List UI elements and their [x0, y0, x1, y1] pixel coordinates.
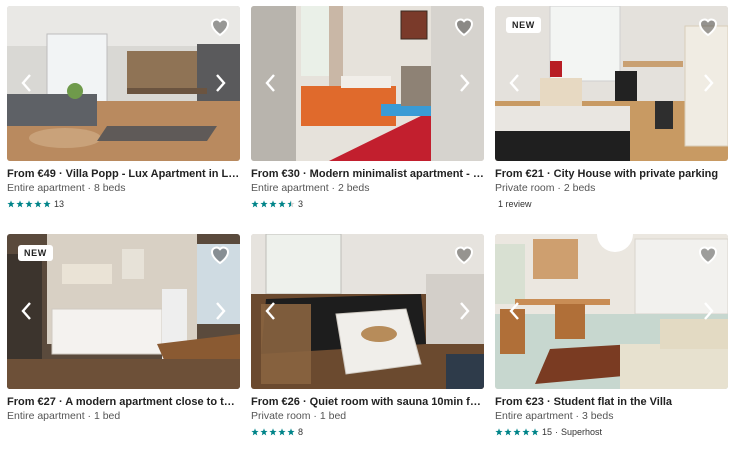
review-count: 1 review — [498, 199, 532, 209]
listing-title[interactable]: From €21 · City House with private parki… — [495, 167, 728, 181]
heart-icon[interactable] — [452, 14, 476, 38]
chevron-left-icon[interactable] — [259, 298, 283, 324]
listing-title[interactable]: From €23 · Student flat in the Villa — [495, 395, 728, 409]
listing-rating: 13 — [7, 198, 240, 210]
star-icon — [34, 200, 42, 208]
listing-subtitle: Private room · 1 bed — [251, 410, 347, 422]
listing-photo[interactable] — [495, 234, 728, 389]
listing-subtitle: Entire apartment · 2 beds — [251, 182, 370, 194]
star-icon — [287, 200, 295, 208]
heart-icon[interactable] — [696, 14, 720, 38]
listing-subtitle: Entire apartment · 8 beds — [7, 182, 126, 194]
bedroom-photo — [251, 6, 484, 161]
listing-photo[interactable] — [7, 6, 240, 161]
living-room-photo — [7, 6, 240, 161]
listing-rating: 1 review — [495, 198, 728, 210]
star-icon — [269, 428, 277, 436]
listing-subtitle: Entire apartment · 3 beds — [495, 410, 614, 422]
chevron-right-icon[interactable] — [452, 70, 476, 96]
star-icon — [269, 200, 277, 208]
heart-icon[interactable] — [208, 14, 232, 38]
review-count: 3 — [298, 199, 304, 209]
star-rating — [7, 200, 51, 208]
chevron-left-icon[interactable] — [15, 70, 39, 96]
listing-card[interactable]: From €26 · Quiet room with sauna 10min f… — [251, 234, 484, 438]
star-icon — [495, 428, 503, 436]
star-icon — [43, 200, 51, 208]
listing-card[interactable]: NEW From €27 · A modern apartment close … — [7, 234, 240, 423]
star-icon — [278, 200, 286, 208]
superhost-label: Superhost — [561, 427, 603, 437]
star-icon — [7, 200, 15, 208]
star-icon — [287, 428, 295, 436]
heart-icon[interactable] — [452, 242, 476, 266]
review-count: 13 — [54, 199, 65, 209]
listing-title[interactable]: From €26 · Quiet room with sauna 10min f… — [251, 395, 484, 409]
star-icon — [251, 428, 259, 436]
chevron-left-icon[interactable] — [15, 298, 39, 324]
heart-icon[interactable] — [208, 242, 232, 266]
star-icon — [251, 200, 259, 208]
chevron-right-icon[interactable] — [452, 298, 476, 324]
separator-dot: · — [555, 427, 559, 437]
student-flat-photo — [495, 234, 728, 389]
listing-title[interactable]: From €27 · A modern apartment close to t… — [7, 395, 240, 409]
listing-rating: 3 — [251, 198, 484, 210]
star-rating — [495, 428, 539, 436]
chevron-right-icon[interactable] — [696, 298, 720, 324]
new-badge: NEW — [18, 245, 53, 261]
listing-subtitle: Private room · 2 beds — [495, 182, 596, 194]
listing-card[interactable]: NEW From €21 · City House with private p… — [495, 6, 728, 210]
star-icon — [531, 428, 539, 436]
listing-title[interactable]: From €30 · Modern minimalist apartment -… — [251, 167, 484, 181]
star-icon — [513, 428, 521, 436]
star-icon — [16, 200, 24, 208]
chevron-right-icon[interactable] — [208, 70, 232, 96]
star-icon — [522, 428, 530, 436]
star-icon — [504, 428, 512, 436]
star-icon — [260, 428, 268, 436]
star-icon — [278, 428, 286, 436]
listings-grid: From €49 · Villa Popp - Lux Apartment in… — [0, 0, 736, 454]
listing-photo[interactable]: NEW — [7, 234, 240, 389]
star-rating — [251, 428, 295, 436]
review-count: 15 — [542, 427, 553, 437]
chevron-left-icon[interactable] — [503, 298, 527, 324]
listing-rating: 15 · Superhost — [495, 426, 728, 438]
chevron-right-icon[interactable] — [208, 298, 232, 324]
listing-subtitle: Entire apartment · 1 bed — [7, 410, 121, 422]
review-count: 8 — [298, 427, 304, 437]
listing-photo[interactable] — [251, 6, 484, 161]
listing-rating: 8 — [251, 426, 484, 438]
star-icon — [25, 200, 33, 208]
listing-card[interactable]: From €23 · Student flat in the Villa Ent… — [495, 234, 728, 438]
sauna-room-photo — [251, 234, 484, 389]
heart-icon[interactable] — [696, 242, 720, 266]
listing-title[interactable]: From €49 · Villa Popp - Lux Apartment in… — [7, 167, 240, 181]
listing-card[interactable]: From €30 · Modern minimalist apartment -… — [251, 6, 484, 210]
chevron-left-icon[interactable] — [259, 70, 283, 96]
chevron-right-icon[interactable] — [696, 70, 720, 96]
star-rating — [251, 200, 295, 208]
star-icon — [260, 200, 268, 208]
listing-card[interactable]: From €49 · Villa Popp - Lux Apartment in… — [7, 6, 240, 210]
listing-photo[interactable] — [251, 234, 484, 389]
chevron-left-icon[interactable] — [503, 70, 527, 96]
listing-photo[interactable]: NEW — [495, 6, 728, 161]
new-badge: NEW — [506, 17, 541, 33]
